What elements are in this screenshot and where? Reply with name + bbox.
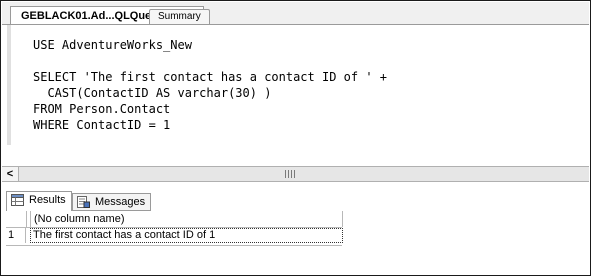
tab-summary[interactable]: Summary (149, 9, 210, 24)
horizontal-scrollbar[interactable]: < (2, 166, 589, 182)
results-pane: Results Messages (No column name) 1 The … (2, 183, 589, 274)
query-window: GEBLACK01.Ad...QLQuery1.sql* Summary USE… (0, 0, 591, 276)
row-number: 1 (6, 228, 26, 243)
chevron-left-icon: < (6, 168, 14, 180)
tab-results-label: Results (29, 194, 66, 206)
grid-header-row: (No column name) (6, 211, 343, 227)
code-line: USE AdventureWorks_New (33, 38, 192, 52)
table-row[interactable]: 1 The first contact has a contact ID of … (6, 227, 343, 246)
code-line: FROM Person.Contact (33, 102, 171, 116)
editor-gutter (7, 25, 11, 145)
messages-icon (77, 196, 90, 208)
code-line: CAST(ContactID AS varchar(30) ) (33, 86, 272, 100)
grid-icon (11, 194, 24, 206)
tab-messages-label: Messages (95, 196, 146, 208)
sql-code[interactable]: USE AdventureWorks_New SELECT 'The first … (33, 37, 387, 133)
table-cell[interactable]: The first contact has a contact ID of 1 (30, 228, 343, 243)
scroll-left-button[interactable]: < (2, 167, 19, 181)
scroll-thumb-grip[interactable] (285, 170, 297, 178)
document-tab-strip: GEBLACK01.Ad...QLQuery1.sql* Summary (2, 2, 589, 25)
results-grid[interactable]: (No column name) 1 The first contact has… (6, 211, 343, 246)
code-line: SELECT 'The first contact has a contact … (33, 70, 388, 84)
tab-messages[interactable]: Messages (72, 193, 152, 211)
code-line: WHERE ContactID = 1 (33, 118, 171, 132)
tab-results[interactable]: Results (6, 191, 72, 211)
column-header[interactable]: (No column name) (30, 211, 343, 227)
row-number-header (6, 211, 27, 227)
